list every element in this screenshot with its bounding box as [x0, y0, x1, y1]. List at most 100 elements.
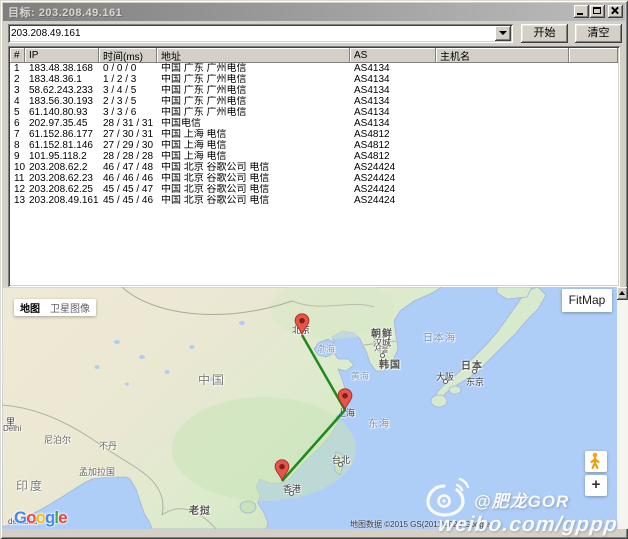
table-cell: 中国 广东 广州电信 [157, 96, 350, 107]
table-cell: 1 [10, 63, 25, 74]
table-row[interactable]: 1183.48.38.1680 / 0 / 0中国 广东 广州电信AS4134 [10, 63, 618, 74]
map-label: 孟加拉国 [79, 465, 115, 478]
start-button[interactable]: 开始 [521, 24, 568, 43]
table-row[interactable]: 561.140.80.933 / 3 / 6中国 广东 广州电信AS4134 [10, 107, 618, 118]
table-cell: 3 / 4 / 5 [99, 85, 157, 96]
table-cell: AS4812 [350, 129, 436, 140]
map-label: 不丹 [99, 439, 117, 452]
scrollbar-up-button[interactable] [617, 287, 628, 300]
table-cell: 13 [10, 195, 25, 206]
table-cell: 27 / 29 / 30 [99, 140, 157, 151]
table-cell: 9 [10, 151, 25, 162]
minimize-button[interactable] [574, 5, 589, 18]
trace-list: #IP时间(ms)地址AS主机名 1183.48.38.1680 / 0 / 0… [8, 46, 620, 287]
table-cell [436, 107, 569, 118]
table-cell: 中国电信 [157, 118, 350, 129]
table-cell: 46 / 47 / 48 [99, 162, 157, 173]
table-row[interactable]: 4183.56.30.1932 / 3 / 5中国 广东 广州电信AS4134 [10, 96, 618, 107]
table-row[interactable]: 6202.97.35.4528 / 31 / 31中国电信AS4134 [10, 118, 618, 129]
table-row[interactable]: 9101.95.118.228 / 28 / 28中国 上海 电信AS4812 [10, 151, 618, 162]
table-cell: AS4812 [350, 151, 436, 162]
column-header[interactable] [569, 48, 618, 63]
trace-window: 目标: 203.208.49.161 开始 清空 #IP时间(ms)地址AS主机… [0, 0, 628, 539]
zoom-in-button[interactable]: + [585, 475, 607, 496]
table-cell: 中国 北京 谷歌公司 电信 [157, 195, 350, 206]
table-header-row: #IP时间(ms)地址AS主机名 [10, 48, 618, 63]
table-row[interactable]: 761.152.86.17727 / 30 / 31中国 上海 电信AS4812 [10, 129, 618, 140]
column-header[interactable]: IP [25, 48, 99, 63]
close-button[interactable] [608, 5, 623, 18]
window-bottom-edge [2, 529, 626, 537]
title-bar[interactable]: 目标: 203.208.49.161 [3, 3, 625, 21]
table-cell: AS4134 [350, 96, 436, 107]
table-row[interactable]: 11203.208.62.2346 / 46 / 46中国 北京 谷歌公司 电信… [10, 173, 618, 184]
column-header[interactable]: 地址 [157, 48, 350, 63]
table-cell: AS4134 [350, 63, 436, 74]
table-cell: 中国 广东 广州电信 [157, 107, 350, 118]
satellite-button[interactable]: 卫星图像 [50, 300, 90, 315]
table-cell [569, 63, 618, 74]
city-marker-icon [472, 369, 477, 374]
window-title: 目标: 203.208.49.161 [3, 4, 122, 20]
table-row[interactable]: 861.152.81.14627 / 29 / 30中国 上海 电信AS4812 [10, 140, 618, 151]
table-cell: 12 [10, 184, 25, 195]
table-cell: 28 / 28 / 28 [99, 151, 157, 162]
map-type-control: 地图 卫星图像 [14, 299, 96, 316]
map-label: 日本海 [423, 329, 456, 344]
table-cell: 3 [10, 85, 25, 96]
table-row[interactable]: 10203.208.62.246 / 47 / 48中国 北京 谷歌公司 电信A… [10, 162, 618, 173]
table-cell: 中国 北京 谷歌公司 电信 [157, 184, 350, 195]
table-cell: 202.97.35.45 [25, 118, 99, 129]
table-row[interactable]: 358.62.243.2333 / 4 / 5中国 广东 广州电信AS4134 [10, 85, 618, 96]
table-cell: 1 / 2 / 3 [99, 74, 157, 85]
pegman-button[interactable] [585, 451, 607, 472]
table-cell [569, 85, 618, 96]
column-header[interactable]: 时间(ms) [99, 48, 157, 63]
table-cell: 183.56.30.193 [25, 96, 99, 107]
table-cell [436, 96, 569, 107]
table-cell [569, 118, 618, 129]
table-cell [436, 74, 569, 85]
column-header[interactable]: # [10, 48, 25, 63]
table-row[interactable]: 12203.208.62.2545 / 45 / 47中国 北京 谷歌公司 电信… [10, 184, 618, 195]
column-header[interactable]: AS [350, 48, 436, 63]
table-cell: 45 / 45 / 47 [99, 184, 157, 195]
table-cell: 183.48.36.1 [25, 74, 99, 85]
map-label: 尼泊尔 [44, 433, 71, 446]
target-dropdown-button[interactable] [495, 26, 511, 41]
target-input[interactable] [11, 27, 491, 40]
table-cell: 101.95.118.2 [25, 151, 99, 162]
trace-table: #IP时间(ms)地址AS主机名 1183.48.38.1680 / 0 / 0… [10, 48, 618, 206]
table-cell: 45 / 45 / 46 [99, 195, 157, 206]
table-cell: 8 [10, 140, 25, 151]
table-cell: AS4134 [350, 107, 436, 118]
table-cell: 27 / 30 / 31 [99, 129, 157, 140]
clear-button[interactable]: 清空 [575, 24, 622, 43]
map-attribution: 地图数据 ©2015 GS(2011)6020 Google [350, 519, 490, 529]
google-logo[interactable]: Google [14, 508, 67, 528]
column-header[interactable]: 主机名 [436, 48, 569, 63]
table-cell [436, 118, 569, 129]
fitmap-button[interactable]: FitMap [562, 289, 612, 312]
target-combobox [8, 24, 513, 43]
table-row[interactable]: 13203.208.49.16145 / 45 / 46中国 北京 谷歌公司 电… [10, 195, 618, 206]
map-pin-北京 [294, 313, 310, 335]
table-cell: 203.208.49.161 [25, 195, 99, 206]
maximize-button[interactable] [590, 5, 605, 18]
table-cell [569, 195, 618, 206]
table-row[interactable]: 2183.48.36.11 / 2 / 3中国 广东 广州电信AS4134 [10, 74, 618, 85]
table-cell [436, 195, 569, 206]
maximize-icon [593, 7, 601, 14]
table-cell [436, 85, 569, 96]
scrollbar-track[interactable] [617, 287, 628, 529]
map-label: 中国 [198, 371, 226, 388]
table-cell [436, 129, 569, 140]
table-cell: 61.140.80.93 [25, 107, 99, 118]
map-type-button[interactable]: 地图 [20, 300, 40, 315]
window-controls [574, 5, 623, 18]
map-pane[interactable]: 中国印度朝鲜韩国日本老挝不丹尼泊尔孟加拉国汉城서울大阪东京台北香港北京上海日本海… [2, 287, 617, 529]
city-marker-icon [289, 491, 294, 496]
city-marker-icon [338, 462, 343, 467]
table-cell [436, 63, 569, 74]
map-label: 渤海 [317, 342, 335, 355]
